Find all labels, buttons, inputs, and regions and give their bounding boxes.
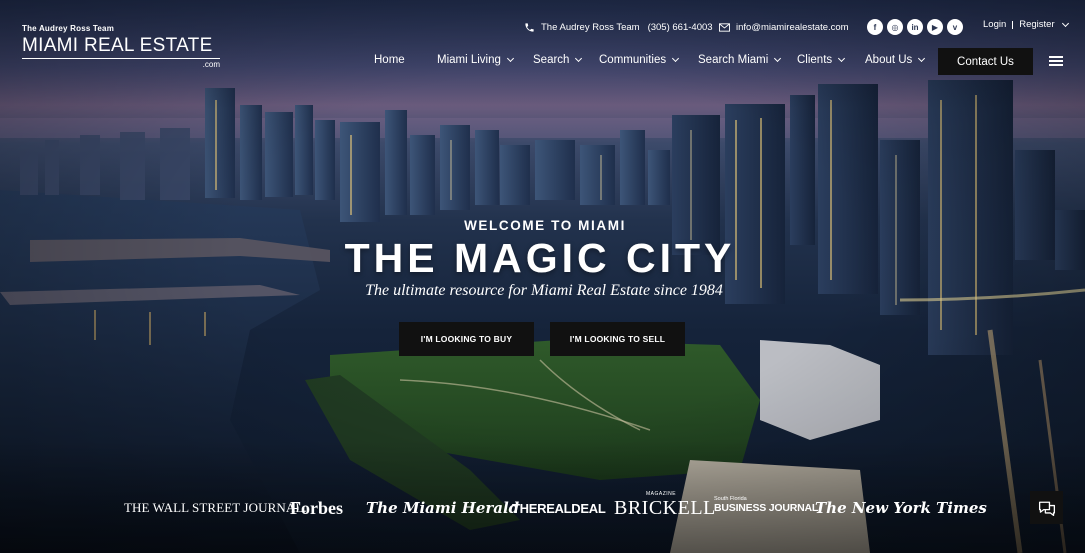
business-journal-name: BUSINESS JOURNAL [714, 502, 819, 514]
nav-about-us-label: About Us [865, 54, 913, 66]
miami-herald-logo: The Miami Herald [366, 499, 520, 517]
chevron-down-icon [575, 54, 583, 63]
register-link[interactable]: Register [1019, 19, 1054, 30]
chevron-down-icon[interactable] [1061, 19, 1069, 27]
linkedin-icon[interactable]: in [907, 19, 923, 35]
nav-search[interactable]: Search [533, 54, 583, 66]
forbes-logo: Forbes [290, 497, 343, 518]
nav-search-miami-label: Search Miami [698, 54, 769, 66]
nav-about-us[interactable]: About Us [865, 54, 926, 66]
logo-wordmark: MIAMI REAL ESTATE [22, 35, 213, 56]
auth-divider [1012, 20, 1014, 29]
phone-team-label: The Audrey Ross Team [541, 21, 640, 33]
phone-number[interactable]: (305) 661-4003 [648, 22, 713, 33]
email-contact[interactable]: info@miamirealestate.com [719, 19, 849, 35]
logo-team-name: The Audrey Ross Team [22, 24, 115, 33]
hamburger-menu-icon[interactable] [1049, 56, 1063, 66]
contact-us-button[interactable]: Contact Us [938, 48, 1033, 75]
logo-divider [22, 58, 220, 59]
vimeo-icon[interactable]: v [947, 19, 963, 35]
nav-communities-label: Communities [599, 54, 667, 66]
youtube-icon[interactable]: ▶ [927, 19, 943, 35]
nav-home[interactable]: Home [374, 54, 405, 66]
chevron-down-icon [506, 54, 514, 63]
chat-icon [1038, 501, 1055, 516]
nav-clients[interactable]: Clients [797, 54, 846, 66]
chevron-down-icon [918, 54, 926, 63]
nav-communities[interactable]: Communities [599, 54, 680, 66]
facebook-icon[interactable]: f [867, 19, 883, 35]
social-links: f ◎ in ▶ v [867, 19, 963, 35]
nav-clients-label: Clients [797, 54, 833, 66]
hero-headline: THE MAGIC CITY [344, 235, 736, 281]
auth-links: Login Register [983, 19, 1069, 30]
hero-kicker: WELCOME TO MIAMI [464, 218, 626, 233]
nav-miami-living[interactable]: Miami Living [437, 54, 514, 66]
site-logo[interactable]: The Audrey Ross Team MIAMI REAL ESTATE .… [22, 24, 222, 69]
chevron-down-icon [774, 54, 782, 63]
phone-icon [525, 22, 534, 32]
new-york-times-logo: The New York Times [815, 499, 987, 517]
looking-to-buy-button[interactable]: I'M LOOKING TO BUY [399, 322, 534, 356]
chevron-down-icon [838, 54, 846, 63]
instagram-icon[interactable]: ◎ [887, 19, 903, 35]
hero-tagline: The ultimate resource for Miami Real Est… [365, 282, 723, 299]
looking-to-sell-button[interactable]: I'M LOOKING TO SELL [550, 322, 685, 356]
login-link[interactable]: Login [983, 19, 1006, 30]
phone-contact[interactable]: The Audrey Ross Team (305) 661-4003 [524, 19, 713, 35]
chevron-down-icon [672, 54, 680, 63]
brickell-logo: BRICKELL [614, 496, 716, 519]
nav-search-miami[interactable]: Search Miami [698, 54, 782, 66]
nav-home-label: Home [374, 54, 405, 66]
nav-miami-living-label: Miami Living [437, 54, 501, 66]
nav-search-label: Search [533, 54, 570, 66]
email-address: info@miamirealestate.com [736, 21, 849, 33]
wsj-logo: THE WALL STREET JOURNAL. [124, 500, 307, 515]
business-journal-logo: South Florida BUSINESS JOURNAL [714, 496, 818, 520]
hero-section: The Audrey Ross Team MIAMI REAL ESTATE .… [0, 0, 1085, 553]
chat-widget-button[interactable] [1030, 491, 1063, 524]
email-icon [719, 22, 730, 32]
the-real-deal-logo: THEREALDEAL [512, 500, 606, 516]
logo-domain-suffix: .com [202, 60, 220, 69]
